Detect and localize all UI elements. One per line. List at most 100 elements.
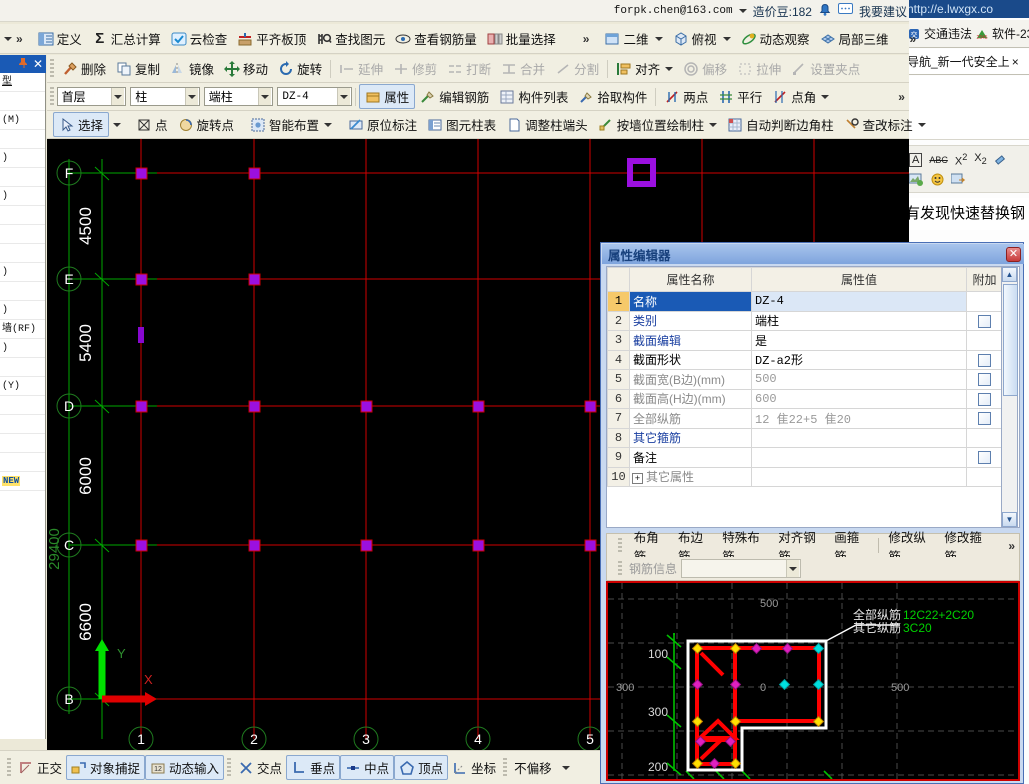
row-property-value[interactable]: 500: [751, 369, 967, 390]
section-preview-canvas[interactable]: 500 0 500 300 100 300 200 全部纵筋 12C22+2C2…: [606, 581, 1020, 781]
table-row[interactable]: 3 截面编辑 是: [607, 330, 1003, 351]
row-property-value[interactable]: 是: [751, 330, 967, 351]
expander-icon[interactable]: +: [632, 472, 643, 484]
rebar-info-chevron-down-icon[interactable]: [786, 560, 800, 577]
row-property-name[interactable]: 截面编辑: [629, 330, 752, 351]
favorite-item-traffic[interactable]: 交通违法: [924, 25, 972, 42]
toolbar-button-draw-by-wall[interactable]: 按墙位置绘制柱: [593, 113, 723, 136]
toolbar-button-copy[interactable]: 复制: [111, 57, 165, 80]
toolbar-button-set-grip[interactable]: 设置夹点: [786, 57, 865, 80]
tree-row[interactable]: 型: [0, 73, 45, 92]
table-row[interactable]: 5 截面宽(B边)(mm) 500: [607, 369, 1003, 390]
row-attach-cell[interactable]: [966, 388, 1003, 409]
row-property-name[interactable]: 备注: [629, 447, 752, 468]
row-property-name[interactable]: 名称: [629, 291, 752, 312]
tree-row[interactable]: [0, 396, 45, 415]
toolbar-button-rotate-point[interactable]: 旋转点: [173, 113, 240, 136]
status-button-perpendicular[interactable]: 垂点: [286, 755, 341, 780]
toolbar-button-pick-member[interactable]: 拾取构件: [573, 85, 652, 108]
tree-row[interactable]: [0, 453, 45, 472]
toolbar-button-view-rebar[interactable]: 查看钢筋量: [390, 27, 482, 50]
tree-row[interactable]: [0, 282, 45, 301]
toolbar-button-inplace-annot[interactable]: 原位标注: [343, 113, 422, 136]
member-chevron-down-icon[interactable]: [337, 88, 351, 105]
snap-group-gripper[interactable]: [227, 757, 232, 778]
table-row[interactable]: 1 名称 DZ-4: [607, 291, 1003, 312]
toolbar-button-batch-select[interactable]: 批量选择: [482, 27, 561, 50]
toolbar-button-parallel[interactable]: 平行: [713, 85, 767, 108]
tree-row[interactable]: [0, 206, 45, 225]
tree-row[interactable]: ): [0, 301, 45, 320]
dialog-title-bar[interactable]: 属性编辑器 ✕: [602, 244, 1024, 264]
attach-checkbox[interactable]: [978, 392, 991, 406]
tree-row[interactable]: [0, 244, 45, 263]
rebar-info-bar[interactable]: 钢筋信息: [606, 557, 1020, 581]
row-attach-cell[interactable]: [966, 427, 1003, 448]
toolbar-button-column-table[interactable]: 图元柱表: [422, 113, 501, 136]
toolbar-button-check-annot[interactable]: 查改标注: [839, 113, 931, 136]
tree-row[interactable]: ): [0, 339, 45, 358]
font-icon[interactable]: A: [909, 152, 923, 167]
superscript-icon[interactable]: X2: [955, 152, 967, 168]
row-attach-cell[interactable]: [966, 330, 1003, 351]
toolbar-button-top-view[interactable]: 俯视: [668, 27, 736, 50]
row-attach-cell[interactable]: [966, 310, 1003, 331]
status-button-coordinate[interactable]: 坐标: [448, 756, 500, 779]
close-icon[interactable]: ✕: [33, 58, 43, 70]
tree-row[interactable]: [0, 225, 45, 244]
table-row[interactable]: 8 其它箍筋: [607, 427, 1003, 448]
row-attach-cell[interactable]: [966, 349, 1003, 370]
attach-checkbox[interactable]: [978, 412, 991, 426]
point-angle-chevron-down-icon[interactable]: [821, 94, 830, 99]
status-button-midpoint[interactable]: 中点: [340, 755, 395, 780]
toolbar-button-rotate[interactable]: 旋转: [273, 57, 327, 80]
left-tree-panel[interactable]: 型 (M) ) ) ) ) 墙(RF) ) (Y) NEW: [0, 73, 46, 739]
browser-tab[interactable]: 导航_新一代安全上 ×: [905, 49, 1029, 75]
image-icon[interactable]: [908, 173, 924, 189]
rebar-info-select[interactable]: [681, 559, 802, 578]
row-property-name[interactable]: + 其它属性: [629, 466, 752, 487]
rebar-tabs[interactable]: 布角筋 布边筋 特殊布筋 对齐钢筋 画箍筋 修改纵筋 修改箍筋 »: [606, 531, 1020, 564]
toolbar-button-extend[interactable]: 延伸: [334, 57, 388, 80]
browser-address-bar[interactable]: http://e.lwxgx.co: [905, 0, 1029, 18]
toolbar-button-mirror[interactable]: 镜像: [165, 57, 219, 80]
floor-select[interactable]: 首层: [56, 87, 127, 106]
row-property-value[interactable]: 12 ⾫22+5 ⾫20: [751, 408, 967, 429]
offset-group-gripper[interactable]: [503, 757, 508, 778]
toolbar-button-two-point[interactable]: 两点: [659, 85, 713, 108]
tree-row[interactable]: [0, 168, 45, 187]
menu-chevron-down-icon[interactable]: [4, 36, 12, 41]
row-property-name[interactable]: 其它箍筋: [629, 427, 752, 448]
tree-row[interactable]: [0, 434, 45, 453]
row-property-name[interactable]: 截面宽(B边)(mm): [629, 369, 752, 390]
toolbar-button-offset[interactable]: 偏移: [678, 57, 732, 80]
tree-row[interactable]: (M): [0, 111, 45, 130]
property-grid[interactable]: 属性名称 属性值 附加 1 名称 DZ-4 2 类别 端柱 3 截面编辑 是 4…: [606, 266, 1020, 528]
toolbar-button-stretch[interactable]: 拉伸: [732, 57, 786, 80]
toolbar-button-split[interactable]: 分割: [550, 57, 604, 80]
tree-row-new[interactable]: NEW: [0, 472, 45, 491]
status-button-dyn-input[interactable]: 12 动态输入: [145, 755, 225, 780]
row-property-name[interactable]: 类别: [629, 310, 752, 331]
property-editor-dialog[interactable]: 属性编辑器 ✕ 属性名称 属性值 附加 1 名称 DZ-4 2 类别 端柱 3 …: [600, 242, 1024, 784]
toolbar-button-2d-view[interactable]: 二维: [599, 27, 667, 50]
edit-toolbar-gripper[interactable]: [50, 58, 54, 79]
row-property-value[interactable]: [751, 447, 967, 468]
2d-chevron-down-icon[interactable]: [654, 36, 663, 41]
row-attach-cell[interactable]: [966, 408, 1003, 429]
main-toolbar-overflow-mid[interactable]: »: [579, 32, 594, 46]
category-select[interactable]: 柱: [130, 87, 200, 106]
category-chevron-down-icon[interactable]: [184, 88, 198, 105]
table-row[interactable]: 2 类别 端柱: [607, 310, 1003, 331]
draw-by-wall-chevron-down-icon[interactable]: [709, 122, 718, 127]
row-attach-cell[interactable]: [966, 291, 1003, 312]
account-chevron-down-icon[interactable]: [738, 9, 747, 13]
tree-row[interactable]: ): [0, 187, 45, 206]
row-attach-cell[interactable]: [966, 369, 1003, 390]
property-grid-scrollbar[interactable]: ▲ ▼: [1001, 266, 1018, 528]
rebar-tabs-gripper[interactable]: [618, 538, 622, 553]
toolbar-button-auto-corner[interactable]: 自动判断边角柱: [722, 113, 839, 136]
smart-layout-chevron-down-icon[interactable]: [324, 122, 333, 127]
attach-checkbox[interactable]: [978, 314, 991, 328]
rebar-tabs-overflow[interactable]: »: [1004, 539, 1019, 553]
